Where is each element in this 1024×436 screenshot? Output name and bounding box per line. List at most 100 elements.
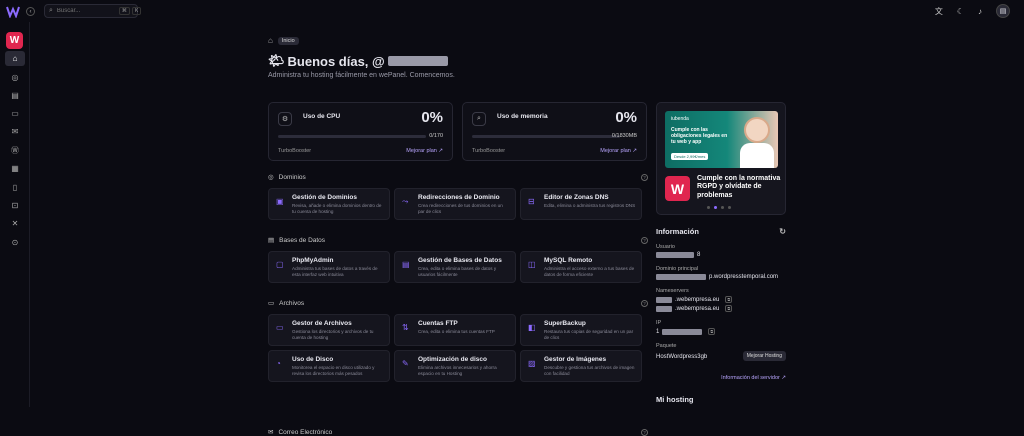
upgrade-plan-link[interactable]: Mejorar plan ↗ bbox=[600, 148, 637, 154]
folder-icon: ▭ bbox=[268, 300, 275, 307]
tool-tile[interactable]: ◫ MySQL Remoto Administra el acceso extern… bbox=[520, 251, 642, 283]
package-value: HostWordpress3gb bbox=[656, 354, 708, 360]
upgrade-plan-link[interactable]: Mejorar plan ↗ bbox=[406, 148, 443, 154]
redacted-username bbox=[387, 56, 448, 66]
webempresa-logo-icon[interactable] bbox=[6, 4, 20, 18]
translate-icon[interactable]: 文 bbox=[935, 6, 943, 17]
tool-tile[interactable]: ◔ Uso de Disco Monitorea el espacio en dis… bbox=[268, 350, 390, 382]
redacted-value bbox=[656, 252, 694, 258]
tool-tile[interactable]: ▤ Gestión de Bases de Datos Crea, edita o … bbox=[394, 251, 516, 283]
sidebar-item-wordpress[interactable]: Ⓦ bbox=[5, 143, 25, 158]
tool-tile[interactable]: ▣ Gestión de Dominios Revisa, añade o elim… bbox=[268, 188, 390, 220]
domain-value-text: p.wordpresstemporal.com bbox=[709, 274, 779, 280]
section-title: Dominios bbox=[278, 173, 306, 181]
tool-tile[interactable]: ⤳ Redirecciones de Dominio Crea redireccio… bbox=[394, 188, 516, 220]
tile-description: Monitorea el espacio en disco utilizado … bbox=[292, 365, 375, 376]
sidebar-item-home[interactable]: ⌂ bbox=[5, 51, 25, 66]
promo-image-text: Cumple con las obligaciones legales en t… bbox=[671, 127, 728, 145]
main-content: ⌂ Inicio 🌤 Buenos días, @ Administra tu … bbox=[268, 36, 648, 436]
user-menu-icon[interactable]: ▤ bbox=[996, 4, 1010, 18]
carousel-dot[interactable] bbox=[721, 206, 724, 209]
tool-tile[interactable]: ⊟ Editor de Zonas DNS Edita, elimina o adm… bbox=[520, 188, 642, 220]
carousel-dot[interactable] bbox=[728, 206, 731, 209]
sidebar-item-folder[interactable]: ▭ bbox=[5, 106, 25, 121]
sidebar-item-database[interactable]: ▤ bbox=[5, 88, 25, 103]
collapse-sidebar-icon[interactable]: ‹ bbox=[26, 7, 35, 16]
ftp-icon: ⇅ bbox=[402, 323, 409, 332]
tile-grid: ▣ Gestión de Dominios Revisa, añade o elim… bbox=[268, 188, 648, 220]
cpu-usage-card: ⚙ Uso de CPU 0% 0/170 TurboBooster Mejor… bbox=[268, 102, 453, 161]
optimize-icon: ✎ bbox=[402, 359, 409, 368]
moon-icon[interactable]: ☾ bbox=[957, 7, 964, 16]
section-correo-electr-nico: ✉ Correo Electrónico? bbox=[268, 428, 648, 436]
sidebar-item-globe[interactable]: ◎ bbox=[5, 70, 25, 85]
tile-title: Optimización de disco bbox=[418, 356, 487, 363]
promo-title: Cumple con la normativa RGPD y olvídate … bbox=[697, 175, 781, 199]
tools-icon: ✕ bbox=[11, 219, 19, 228]
search-box[interactable]: ⌕ ⌘ K bbox=[44, 4, 142, 18]
ip-prefix: 1 bbox=[656, 328, 660, 335]
copy-icon[interactable]: ⧉ bbox=[725, 305, 733, 312]
tile-title: MySQL Remoto bbox=[544, 257, 593, 264]
help-icon[interactable]: ? bbox=[641, 173, 648, 181]
sidebar-item-calendar[interactable]: ▦ bbox=[5, 161, 25, 176]
tool-tile[interactable]: ▨ Gestor de Imágenes Descubre y gestiona t… bbox=[520, 350, 642, 382]
brand-logo[interactable]: W bbox=[6, 32, 23, 49]
search-input[interactable] bbox=[56, 8, 117, 14]
tool-tile[interactable]: ⇅ Cuentas FTP Crea, edita o elimina tus cu… bbox=[394, 314, 516, 346]
sidebar-item-user[interactable]: ⊙ bbox=[5, 235, 25, 250]
greeting-text: Buenos días, @ bbox=[287, 53, 385, 69]
tile-description: Crea redirecciones de tus dominios en un… bbox=[418, 203, 503, 214]
memory-usage-card: ⌕ Uso de memoria 0% 0/1830MB TurboBooste… bbox=[462, 102, 647, 161]
domain-value: p.wordpresstemporal.com bbox=[656, 274, 786, 280]
promo-banner[interactable]: iubenda Cumple con las obligaciones lega… bbox=[656, 102, 786, 215]
sidebar-item-lock[interactable]: ⊡ bbox=[5, 198, 25, 213]
refresh-icon[interactable]: ↻ bbox=[779, 227, 786, 236]
sidebar-item-file[interactable]: ▯ bbox=[5, 180, 25, 195]
domains-icon: ▣ bbox=[276, 197, 284, 206]
usage-row: ⚙ Uso de CPU 0% 0/170 TurboBooster Mejor… bbox=[268, 102, 647, 161]
package-label: Paquete bbox=[656, 343, 677, 349]
copy-icon[interactable]: ⧉ bbox=[725, 296, 733, 303]
wordpress-icon: Ⓦ bbox=[11, 146, 19, 155]
tile-description: Crea, edita o elimina tus cuentas FTP bbox=[418, 329, 495, 334]
lock-icon: ⊡ bbox=[11, 201, 19, 210]
promo-image[interactable]: iubenda Cumple con las obligaciones lega… bbox=[665, 111, 778, 168]
upgrade-hosting-button[interactable]: Mejorar Hosting bbox=[742, 351, 786, 361]
tile-title: Gestión de Dominios bbox=[292, 194, 358, 201]
server-info-link[interactable]: Información del servidor ↗ bbox=[656, 375, 786, 381]
section-dominios: ◎ Dominios? ▣ Gestión de Dominios Revisa, añ… bbox=[268, 173, 648, 220]
copy-icon[interactable]: ⧉ bbox=[708, 328, 716, 335]
tool-tile[interactable]: ◧ SuperBackup Restaura tus copias de segur… bbox=[520, 314, 642, 346]
tool-tile[interactable]: ▭ Gestor de Archivos Gestiona los director… bbox=[268, 314, 390, 346]
usage-label: Uso de memoria bbox=[497, 113, 548, 120]
my-hosting-title: Mi hosting bbox=[656, 395, 694, 404]
help-icon[interactable]: ? bbox=[641, 236, 648, 244]
tool-tile[interactable]: ✎ Optimización de disco Elimina archivos i… bbox=[394, 350, 516, 382]
section-bases-de-datos: ▤ Bases de Datos? ▢ PhpMyAdmin Administra tu… bbox=[268, 236, 648, 283]
tool-tile[interactable]: ▢ PhpMyAdmin Administra tus bases de datos… bbox=[268, 251, 390, 283]
turbobooster-label: TurboBooster bbox=[472, 148, 506, 154]
tile-description: Descubre y gestiona tus archivos de imag… bbox=[544, 365, 635, 376]
redacted-value bbox=[656, 305, 672, 312]
carousel-dot[interactable] bbox=[707, 206, 710, 209]
mail-icon: ✉ bbox=[268, 429, 274, 436]
sidebar-item-mail[interactable]: ✉ bbox=[5, 124, 25, 139]
nameserver-text: .webempresa.eu bbox=[675, 305, 720, 312]
page-subtitle: Administra tu hosting fácilmente en wePa… bbox=[268, 72, 455, 79]
section-header: ✉ Correo Electrónico? bbox=[268, 428, 648, 436]
sidebar-item-tools[interactable]: ✕ bbox=[5, 216, 25, 231]
section-title: Correo Electrónico bbox=[278, 428, 333, 436]
top-bar: ‹ ⌕ ⌘ K 文 ☾ ♪ ▤ bbox=[0, 0, 1024, 22]
ip-label: IP bbox=[656, 320, 662, 326]
backup-icon: ◧ bbox=[528, 323, 536, 332]
tile-description: Revisa, añade o elimina dominios dentro … bbox=[292, 203, 382, 214]
help-icon[interactable]: ? bbox=[641, 428, 648, 436]
home-icon[interactable]: ⌂ bbox=[268, 36, 273, 45]
usage-percent: 0% bbox=[421, 109, 443, 126]
promo-image-button[interactable]: Desde 2,99€/mes bbox=[671, 153, 709, 160]
carousel-dot-active[interactable] bbox=[714, 206, 717, 209]
breadcrumb-item[interactable]: Inicio bbox=[277, 36, 299, 45]
help-icon[interactable]: ? bbox=[641, 299, 648, 307]
bell-icon[interactable]: ♪ bbox=[978, 7, 982, 16]
